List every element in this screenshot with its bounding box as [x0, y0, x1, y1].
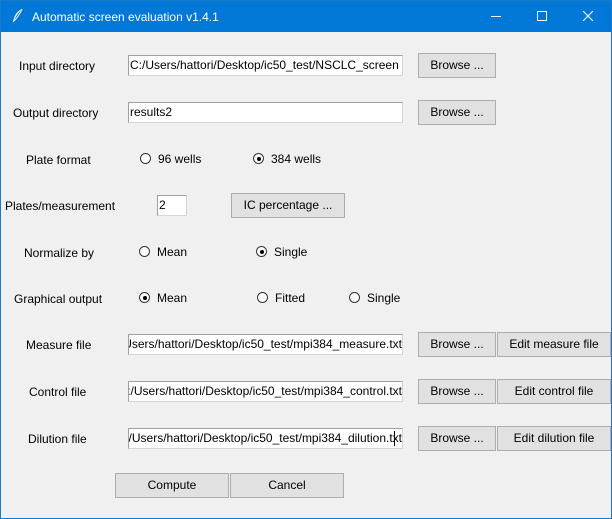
- radio-circle: [257, 292, 268, 303]
- input-directory-browse-button[interactable]: Browse ...: [418, 53, 496, 78]
- input-directory-label: Input directory: [19, 59, 96, 73]
- title-bar[interactable]: Automatic screen evaluation v1.4.1: [1, 1, 611, 32]
- minimize-icon: [491, 16, 501, 17]
- output-directory-browse-button[interactable]: Browse ...: [418, 100, 496, 125]
- radio-circle: [139, 292, 150, 303]
- graphical-output-label: Graphical output: [14, 292, 103, 306]
- plates-measurement-field[interactable]: 2: [157, 195, 187, 216]
- radio-circle: [139, 246, 150, 257]
- close-button[interactable]: [565, 1, 611, 32]
- dilution-file-browse-button[interactable]: Browse ...: [418, 426, 496, 451]
- output-directory-label: Output directory: [13, 106, 99, 120]
- output-directory-field[interactable]: results2: [128, 102, 403, 123]
- control-file-label: Control file: [29, 385, 87, 399]
- control-file-browse-button[interactable]: Browse ...: [418, 379, 496, 404]
- radio-selected-dot: [256, 156, 261, 161]
- radio-circle: [253, 153, 264, 164]
- radio-circle: [140, 153, 151, 164]
- maximize-icon: [537, 11, 547, 21]
- input-directory-field[interactable]: C:/Users/hattori/Desktop/ic50_test/NSCLC…: [128, 55, 403, 76]
- window-title: Automatic screen evaluation v1.4.1: [32, 10, 219, 24]
- feather-icon: [11, 8, 25, 24]
- close-icon: [583, 11, 593, 21]
- normalize-by-label: Normalize by: [24, 246, 95, 260]
- radio-circle: [256, 246, 267, 257]
- edit-control-file-button[interactable]: Edit control file: [497, 379, 611, 404]
- radio-selected-dot: [259, 249, 264, 254]
- ic-percentage-button[interactable]: IC percentage ...: [231, 193, 345, 218]
- maximize-button[interactable]: [519, 1, 565, 32]
- minimize-button[interactable]: [473, 1, 519, 32]
- control-file-field[interactable]: C:/Users/hattori/Desktop/ic50_test/mpi38…: [128, 381, 403, 402]
- edit-dilution-file-button[interactable]: Edit dilution file: [497, 426, 611, 451]
- cancel-button[interactable]: Cancel: [230, 473, 344, 498]
- measure-file-field[interactable]: C:/Users/hattori/Desktop/ic50_test/mpi38…: [128, 334, 403, 355]
- measure-file-browse-button[interactable]: Browse ...: [418, 332, 496, 357]
- text-cursor: [394, 431, 395, 446]
- measure-file-label: Measure file: [26, 338, 92, 352]
- dilution-file-label: Dilution file: [28, 432, 87, 446]
- radio-selected-dot: [142, 295, 147, 300]
- compute-button[interactable]: Compute: [115, 473, 229, 498]
- radio-circle: [349, 292, 360, 303]
- plates-measurement-label: Plates/measurement: [5, 199, 116, 213]
- dilution-file-field[interactable]: C:/Users/hattori/Desktop/ic50_test/mpi38…: [128, 428, 403, 449]
- plate-format-label: Plate format: [26, 153, 91, 167]
- app-window: Automatic screen evaluation v1.4.1 Input…: [0, 0, 612, 519]
- edit-measure-file-button[interactable]: Edit measure file: [497, 332, 611, 357]
